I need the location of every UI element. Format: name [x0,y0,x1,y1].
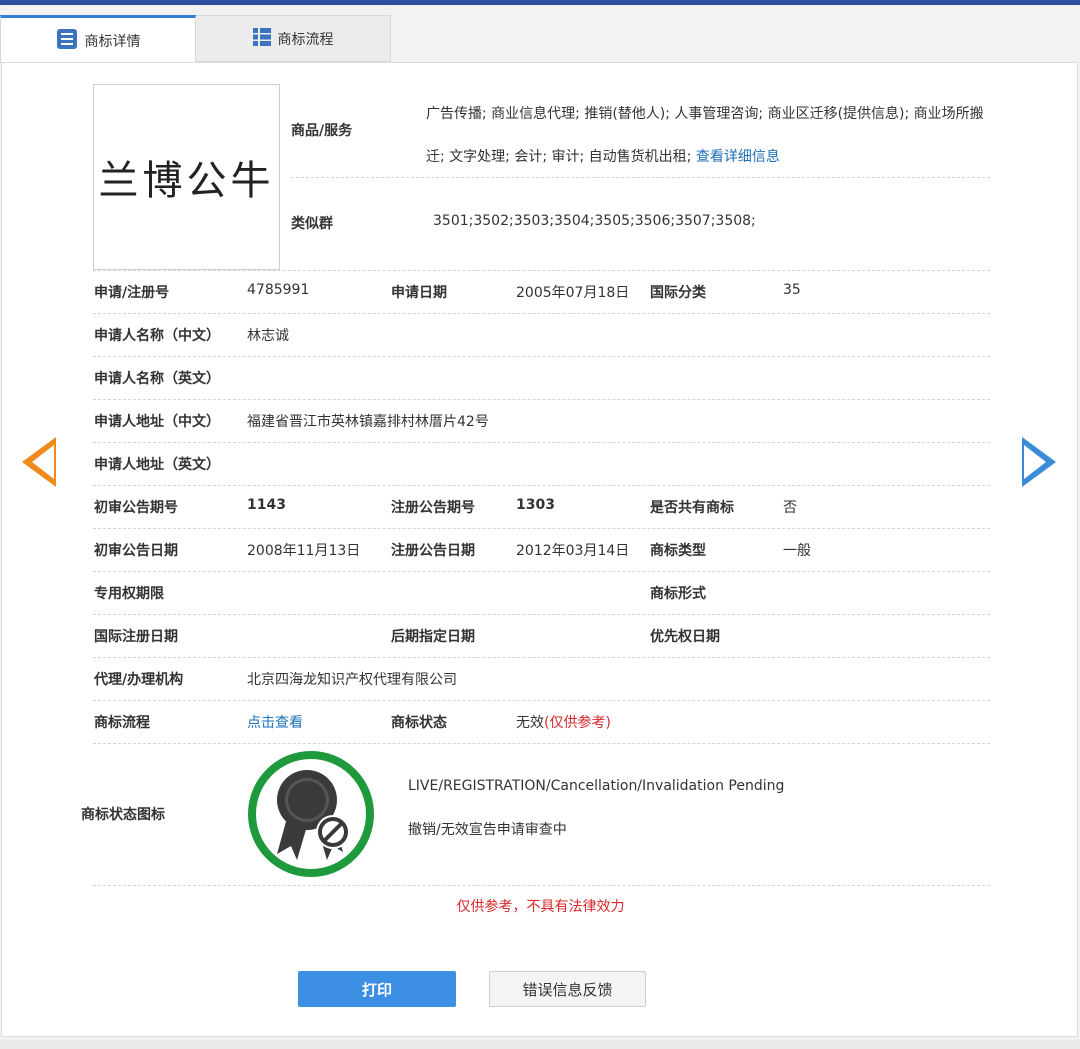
divider [93,399,990,400]
goods-label: 商品/服务 [291,123,353,139]
view-details-link[interactable]: 查看详细信息 [696,149,780,165]
applicant-cn-label: 申请人名称（中文） [94,328,220,344]
status-value: 无效(仅供参考) [516,712,611,732]
shared-value: 否 [783,500,797,516]
address-cn-value: 福建省晋江市英林镇嘉排村林厝片42号 [247,414,489,430]
status-icon-label: 商标状态图标 [81,807,165,823]
divider [93,885,990,886]
top-accent-bar [0,0,1080,5]
applicant-cn-value: 林志诚 [247,328,289,344]
status-note: (仅供参考) [544,715,611,731]
trademark-text: 兰博公牛 [98,158,275,204]
reg-issue-value: 1303 [516,497,555,513]
exclusive-term-label: 专用权期限 [94,586,164,602]
disclaimer: 仅供参考，不具有法律效力 [456,899,625,915]
apply-date-value: 2005年07月18日 [516,285,630,301]
later-date-label: 后期指定日期 [391,629,475,645]
intl-class-value: 35 [783,282,801,298]
divider [93,743,990,744]
divider [93,700,990,701]
divider [93,571,990,572]
applicant-en-label: 申请人名称（英文） [94,371,220,387]
divider [93,356,990,357]
tab-bar: 商标详情 商标流程 [0,15,1080,63]
reg-issue-label: 注册公告期号 [391,500,475,516]
agency-value: 北京四海龙知识产权代理有限公司 [247,672,457,688]
similar-group-value: 3501;3502;3503;3504;3505;3506;3507;3508; [433,213,756,229]
similar-group-label: 类似群 [291,216,333,232]
prelim-date-value: 2008年11月13日 [247,543,361,559]
reg-date-label: 注册公告日期 [391,543,475,559]
reg-no-value: 4785991 [247,282,310,298]
apply-date-label: 申请日期 [391,285,447,301]
grid-list-icon [252,27,271,50]
tm-type-label: 商标类型 [650,543,706,559]
status-text: 无效 [516,715,544,731]
tab-trademark-detail[interactable]: 商标详情 [0,15,196,63]
divider [93,657,990,658]
reg-date-value: 2012年03月14日 [516,543,630,559]
divider [93,528,990,529]
divider [93,614,990,615]
tab-trademark-flow[interactable]: 商标流程 [196,15,391,62]
address-en-label: 申请人地址（英文） [94,457,220,473]
intl-reg-date-label: 国际注册日期 [94,629,178,645]
detail-panel: 兰博公牛 商品/服务 广告传播; 商业信息代理; 推销(替他人); 人事管理咨询… [1,62,1078,1037]
reg-no-label: 申请/注册号 [94,285,170,301]
print-button[interactable]: 打印 [298,971,456,1007]
bottom-bar [0,1040,1080,1049]
agency-label: 代理/办理机构 [94,672,184,688]
status-label: 商标状态 [391,715,447,731]
prelim-date-label: 初审公告日期 [94,543,178,559]
divider [93,442,990,443]
tm-type-value: 一般 [783,543,811,559]
divider [93,485,990,486]
goods-services-text: 广告传播; 商业信息代理; 推销(替他人); 人事管理咨询; 商业区迁移(提供信… [426,93,991,179]
priority-date-label: 优先权日期 [650,629,720,645]
divider [93,270,990,271]
arrow-right-icon[interactable] [1022,437,1056,487]
award-ribbon-cancel-icon [247,750,375,878]
divider [93,313,990,314]
arrow-left-icon[interactable] [22,437,56,487]
list-icon [56,28,78,54]
flow-label: 商标流程 [94,715,150,731]
prelim-issue-value: 1143 [247,497,286,513]
feedback-button[interactable]: 错误信息反馈 [489,971,646,1007]
intl-class-label: 国际分类 [650,285,706,301]
tab-label: 商标流程 [277,31,334,48]
view-flow-link[interactable]: 点击查看 [247,712,303,732]
status-icon-cn: 撤销/无效宣告申请审查中 [408,822,567,838]
tm-form-label: 商标形式 [650,586,706,602]
status-icon-en: LIVE/REGISTRATION/Cancellation/Invalidat… [408,778,785,794]
shared-label: 是否共有商标 [650,500,734,516]
address-cn-label: 申请人地址（中文） [94,414,220,430]
tab-label: 商标详情 [84,33,141,50]
divider [291,177,990,178]
prelim-issue-label: 初审公告期号 [94,500,178,516]
trademark-image: 兰博公牛 [93,84,280,270]
